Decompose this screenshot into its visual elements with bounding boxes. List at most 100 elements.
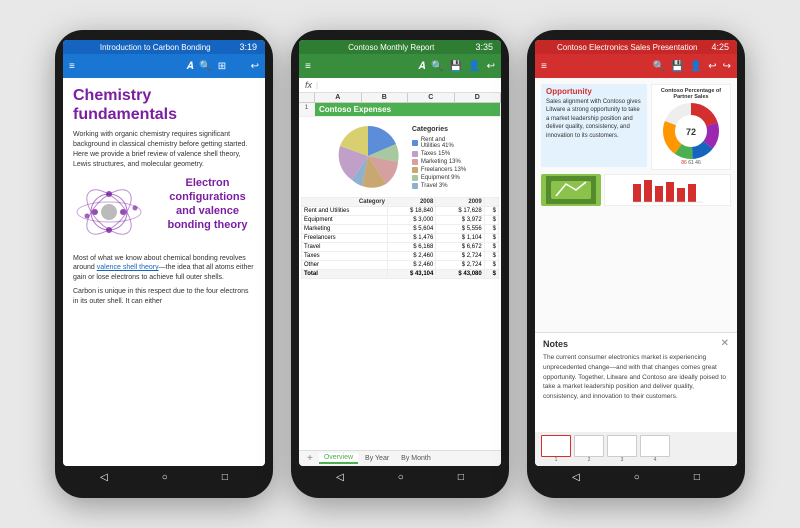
excel-title-cell[interactable]: Contoso Expenses (315, 103, 501, 116)
notes-title: Notes (543, 339, 568, 349)
ppt-status-bar: Contoso Electronics Sales Presentation 4… (535, 40, 737, 54)
slide-thumb-1[interactable] (541, 435, 571, 457)
excel-format-icon[interactable]: 𝑨 (418, 61, 425, 72)
word-phone-nav: ◁ ○ □ (63, 466, 265, 488)
ppt-undo-icon[interactable]: ↩ (708, 61, 716, 72)
col-header-a[interactable]: A (315, 93, 362, 102)
excel-menu-icon[interactable]: ≡ (305, 61, 311, 72)
notes-close-icon[interactable]: ✕ (721, 338, 729, 349)
slide-main: Opportunity Sales alignment with Contoso… (535, 78, 737, 332)
col-header-b[interactable]: B (362, 93, 409, 102)
excel-data-table: Category 2008 2009 Rent and Utilities$ 1… (301, 197, 499, 279)
slide-thumb-4[interactable] (640, 435, 670, 457)
val-tax-x: $ (484, 252, 498, 261)
word-layout-icon[interactable]: ⊞ (218, 61, 226, 72)
val-equip-2009: $ 3,972 (436, 216, 484, 225)
word-menu-icon[interactable]: ≡ (69, 61, 75, 72)
table-row: Marketing$ 5,604$ 5,556$ (302, 225, 499, 234)
nav-recent[interactable]: □ (694, 472, 700, 483)
slide-thumb-2[interactable] (574, 435, 604, 457)
word-format-icon[interactable]: 𝑨 (186, 61, 193, 72)
cat-tax: Taxes (302, 252, 388, 261)
table-header-2009: 2009 (436, 198, 484, 207)
word-valence-link[interactable]: valence shell theory (97, 264, 159, 271)
legend-taxes: Taxes 15% (412, 151, 466, 157)
nav-back[interactable]: ◁ (572, 472, 580, 483)
word-undo-icon[interactable]: ↩ (251, 61, 259, 72)
ppt-status-title: Contoso Electronics Sales Presentation (543, 43, 711, 52)
val-rent-2009: $ 17,628 (436, 207, 484, 216)
ppt-menu-icon[interactable]: ≡ (541, 61, 547, 72)
val-free-2009: $ 1,104 (436, 234, 484, 243)
word-para3: Carbon is unique in this respect due to … (73, 287, 255, 307)
tab-by-year[interactable]: By Year (360, 454, 394, 463)
excel-search-icon[interactable]: 🔍 (431, 61, 443, 72)
thumb-num-1: 1 (541, 457, 571, 463)
thumb-num-4: 4 (640, 457, 670, 463)
nav-home[interactable]: ○ (162, 472, 168, 483)
chart-legend: Categories Rent andUtilities 41% Taxes 1… (412, 126, 466, 189)
table-header-2008: 2008 (387, 198, 435, 207)
cat-travel: Travel (302, 243, 388, 252)
val-travel-2009: $ 6,672 (436, 243, 484, 252)
ppt-chart-title: Contoso Percentage of Partner Sales (655, 88, 727, 100)
word-status-bar: Introduction to Carbon Bonding 3:19 (63, 40, 265, 54)
col-header-c[interactable]: C (408, 93, 455, 102)
ppt-toolbar: ≡ 🔍 💾 👤 ↩ ↪ (535, 54, 737, 78)
val-other-x: $ (484, 261, 498, 270)
excel-status-title: Contoso Monthly Report (307, 43, 475, 52)
val-equip-x: $ (484, 216, 498, 225)
tab-overview[interactable]: Overview (319, 453, 358, 464)
cat-equip: Equipment (302, 216, 388, 225)
table-row-total: Total$ 43,104$ 43,080$ (302, 270, 499, 279)
val-mktg-2009: $ 5,556 (436, 225, 484, 234)
cat-rent: Rent and Utilities (302, 207, 388, 216)
table-row: Travel$ 6,168$ 6,672$ (302, 243, 499, 252)
cat-other: Other (302, 261, 388, 270)
val-rent-x: $ (484, 207, 498, 216)
nav-back[interactable]: ◁ (100, 472, 108, 483)
ppt-time: 4:25 (711, 42, 729, 52)
excel-share-icon[interactable]: 👤 (468, 61, 480, 72)
ppt-phone-nav: ◁ ○ □ (535, 466, 737, 488)
atom-diagram (73, 176, 145, 248)
opportunity-text: Sales alignment with Contoso gives Litwa… (546, 98, 642, 140)
ppt-save-icon[interactable]: 💾 (671, 61, 683, 72)
excel-status-bar: Contoso Monthly Report 3:35 (299, 40, 501, 54)
excel-row-1: 1 Contoso Expenses (299, 103, 501, 117)
ppt-share-icon[interactable]: 👤 (690, 61, 702, 72)
word-share-icon[interactable]: 👤 (232, 61, 244, 72)
cat-free: Freelancers (302, 234, 388, 243)
nav-home[interactable]: ○ (398, 472, 404, 483)
thumb-wrapper-2: 2 (574, 435, 604, 463)
scene: Introduction to Carbon Bonding 3:19 ≡ 𝑨 … (0, 0, 800, 528)
nav-recent[interactable]: □ (222, 472, 228, 483)
pie-chart-svg (334, 122, 402, 190)
ppt-redo-icon[interactable]: ↪ (723, 61, 731, 72)
thumb-num-2: 2 (574, 457, 604, 463)
val-other-2009: $ 2,724 (436, 261, 484, 270)
nav-recent[interactable]: □ (458, 472, 464, 483)
tab-by-month[interactable]: By Month (396, 454, 436, 463)
excel-save-icon[interactable]: 💾 (450, 61, 462, 72)
excel-phone-nav: ◁ ○ □ (299, 466, 501, 488)
legend-rent: Rent andUtilities 41% (412, 137, 466, 149)
table-row: Other$ 2,460$ 2,724$ (302, 261, 499, 270)
legend-travel: Travel 3% (412, 183, 466, 189)
word-subheading: Electron configurations and valence bond… (160, 176, 255, 233)
svg-text:72: 72 (686, 127, 696, 137)
slide-thumb-3[interactable] (607, 435, 637, 457)
word-search-icon[interactable]: 🔍 (199, 61, 211, 72)
excel-formula-bar: fx | (299, 78, 501, 93)
tab-add-icon[interactable]: + (303, 453, 317, 464)
col-header-d[interactable]: D (455, 93, 502, 102)
word-content: Chemistry fundamentals Working with orga… (63, 78, 265, 466)
legend-freelancers: Freelancers 13% (412, 167, 466, 173)
legend-freelancers-label: Freelancers 13% (421, 167, 466, 173)
phone-word: Introduction to Carbon Bonding 3:19 ≡ 𝑨 … (55, 30, 273, 498)
ppt-search-icon[interactable]: 🔍 (653, 61, 665, 72)
nav-back[interactable]: ◁ (336, 472, 344, 483)
nav-home[interactable]: ○ (634, 472, 640, 483)
cat-total: Total (302, 270, 388, 279)
excel-undo-icon[interactable]: ↩ (487, 61, 495, 72)
